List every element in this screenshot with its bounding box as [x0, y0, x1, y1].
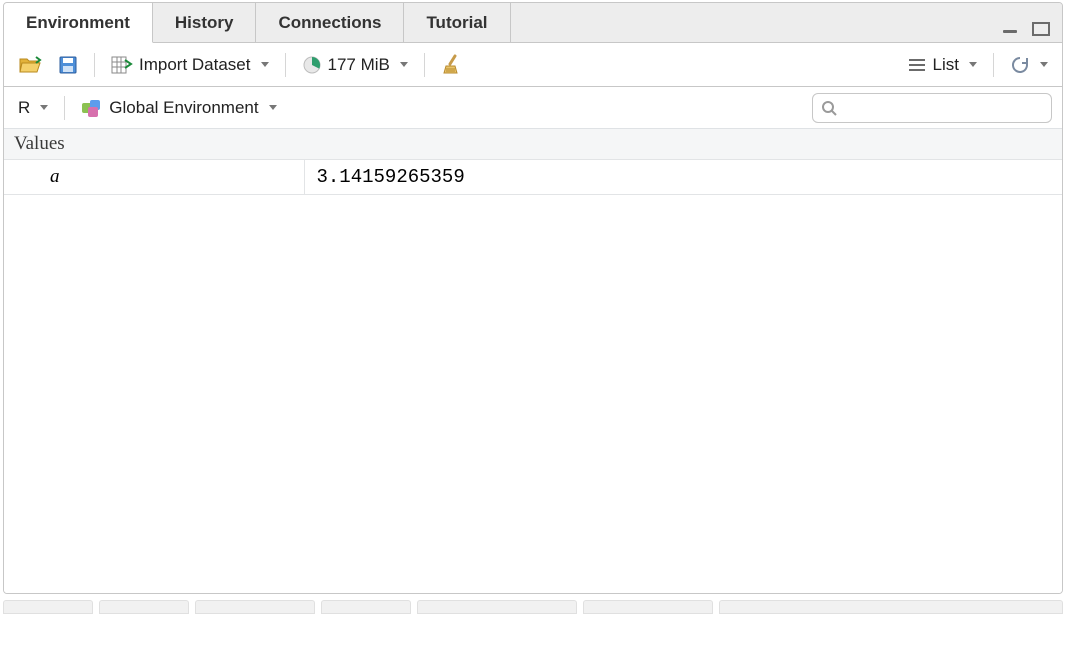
chevron-down-icon — [969, 62, 977, 67]
floppy-disk-icon — [58, 55, 78, 75]
save-button[interactable] — [54, 53, 82, 77]
tab-tutorial[interactable]: Tutorial — [404, 3, 510, 42]
folder-open-icon — [18, 55, 42, 75]
separator — [993, 53, 994, 77]
minimize-pane-icon[interactable] — [1000, 20, 1022, 38]
chevron-down-icon — [261, 62, 269, 67]
import-dataset-label: Import Dataset — [139, 55, 251, 75]
open-folder-button[interactable] — [14, 53, 46, 77]
refresh-button[interactable] — [1006, 53, 1052, 77]
language-selector[interactable]: R — [14, 96, 52, 120]
table-row[interactable]: a 3.14159265359 — [4, 160, 1062, 195]
separator — [424, 53, 425, 77]
environment-table: a 3.14159265359 — [4, 160, 1062, 195]
chevron-down-icon — [1040, 62, 1048, 67]
tab-connections[interactable]: Connections — [256, 3, 404, 42]
environment-selector[interactable]: Global Environment — [77, 96, 280, 120]
variable-value: 3.14159265359 — [304, 160, 1062, 195]
empty-area — [4, 195, 1062, 593]
tab-label: Environment — [26, 13, 130, 33]
bottom-tab-strip — [3, 600, 1063, 614]
memory-usage-label: 177 MiB — [328, 55, 390, 75]
broom-icon — [441, 54, 463, 76]
tabs-row: Environment History Connections Tutorial — [4, 3, 1062, 43]
chevron-down-icon — [269, 105, 277, 110]
environment-scope-icon — [81, 98, 103, 118]
maximize-pane-icon[interactable] — [1030, 20, 1052, 38]
view-mode-button[interactable]: List — [903, 53, 981, 77]
tab-environment[interactable]: Environment — [4, 3, 153, 43]
memory-usage-button[interactable]: 177 MiB — [298, 53, 412, 77]
chevron-down-icon — [40, 105, 48, 110]
clear-objects-button[interactable] — [437, 52, 467, 78]
scope-row: R Global Environment — [4, 87, 1062, 129]
section-header: Values — [4, 129, 1062, 160]
tab-label: Connections — [278, 13, 381, 33]
import-dataset-button[interactable]: Import Dataset — [107, 53, 273, 77]
search-input[interactable] — [837, 99, 1043, 116]
chevron-down-icon — [400, 62, 408, 67]
tab-label: History — [175, 13, 234, 33]
list-icon — [907, 57, 927, 73]
refresh-icon — [1010, 55, 1030, 75]
pie-chart-icon — [302, 55, 322, 75]
language-label: R — [18, 98, 30, 118]
view-mode-label: List — [933, 55, 959, 75]
tab-label: Tutorial — [426, 13, 487, 33]
search-box[interactable] — [812, 93, 1052, 123]
variable-name: a — [4, 160, 304, 195]
separator — [285, 53, 286, 77]
search-icon — [821, 100, 837, 116]
separator — [94, 53, 95, 77]
environment-label: Global Environment — [109, 98, 258, 118]
grid-import-icon — [111, 56, 133, 74]
tab-history[interactable]: History — [153, 3, 257, 42]
separator — [64, 96, 65, 120]
toolbar: Import Dataset 177 MiB — [4, 43, 1062, 87]
section-header-label: Values — [14, 133, 65, 154]
